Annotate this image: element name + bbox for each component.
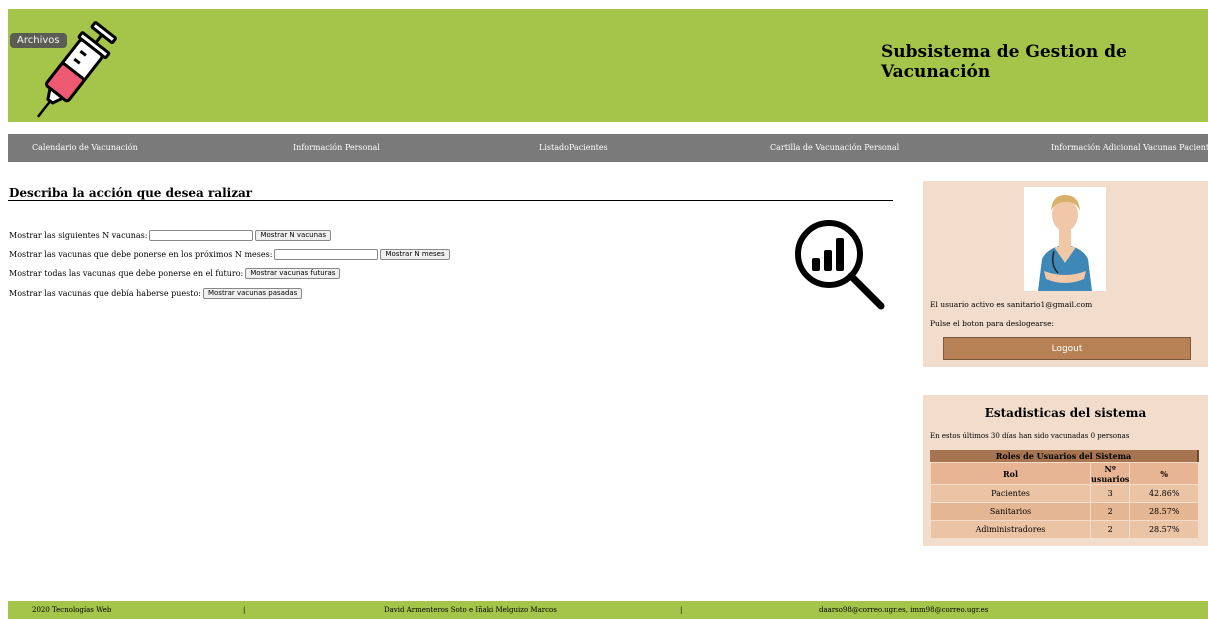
archivos-tab[interactable]: Archivos (10, 33, 67, 48)
table-cell: 28.57% (1129, 520, 1199, 539)
main-nav: Calendario de Vacunación Información Per… (8, 134, 1208, 162)
footer-authors: David Armenteros Soto e Iñaki Melguizo M… (384, 606, 557, 614)
footer-year: 2020 Tecnologías Web (32, 606, 112, 614)
nav-item-info-adicional[interactable]: Información Adicional Vacunas Paciente (1051, 143, 1208, 152)
nav-item-info-personal[interactable]: Información Personal (293, 143, 380, 152)
table-row: Pacientes 3 42.86% (930, 484, 1199, 503)
header-rol: Rol (930, 462, 1091, 485)
stats-panel: Estadisticas del sistema En estos último… (923, 395, 1208, 546)
logout-prompt: Pulse el boton para deslogearse: (930, 319, 1055, 328)
user-avatar (1024, 187, 1106, 291)
row-n-meses: Mostrar las vacunas que debe ponerse en … (9, 249, 450, 260)
analytics-magnifier-icon (795, 220, 885, 310)
table-row: Sanitarios 2 28.57% (930, 502, 1199, 521)
n-vacunas-input[interactable] (149, 230, 254, 241)
roles-table: Roles de Usuarios del Sistema Rol Nº usu… (930, 450, 1199, 539)
stats-title: Estadisticas del sistema (984, 406, 1147, 420)
nav-item-listado-pacientes[interactable]: ListadoPacientes (539, 143, 608, 152)
table-cell: 28.57% (1129, 502, 1199, 521)
mostrar-vacunas-pasadas-button[interactable]: Mostrar vacunas pasadas (202, 288, 303, 299)
table-cell: 3 (1089, 484, 1131, 503)
site-header: Archivos Subsistema de Gestion de Vacuna… (8, 9, 1208, 122)
table-cell: 2 (1089, 520, 1131, 539)
active-user-text: El usuario activo es sanitario1@gmail.co… (930, 300, 1093, 309)
logout-button[interactable]: Logout (943, 337, 1191, 360)
vaccinated-count-text: En estos últimos 30 días han sido vacuna… (930, 432, 1130, 440)
mostrar-n-vacunas-button[interactable]: Mostrar N vacunas (255, 230, 331, 241)
row-vacunas-futuras: Mostrar todas las vacunas que debe poner… (9, 268, 341, 279)
footer-separator: | (243, 606, 246, 614)
row-label: Mostrar las siguientes N vacunas: (9, 231, 148, 240)
row-label: Mostrar las vacunas que debía haberse pu… (9, 289, 201, 298)
roles-table-caption: Roles de Usuarios del Sistema (930, 450, 1199, 462)
header-n-usuarios: Nº usuarios (1089, 462, 1131, 485)
site-title: Subsistema de Gestion de Vacunación (881, 42, 1127, 82)
nav-item-cartilla[interactable]: Cartilla de Vacunación Personal (770, 143, 899, 152)
table-header-row: Rol Nº usuarios % (930, 462, 1199, 485)
mostrar-vacunas-futuras-button[interactable]: Mostrar vacunas futuras (245, 268, 341, 279)
footer-separator: | (680, 606, 683, 614)
main-title: Describa la acción que desea ralizar (9, 186, 253, 200)
footer-emails: daarso98@correo.ugr.es, imm98@correo.ugr… (819, 606, 989, 614)
row-vacunas-pasadas: Mostrar las vacunas que debía haberse pu… (9, 288, 303, 299)
user-panel: El usuario activo es sanitario1@gmail.co… (923, 181, 1208, 367)
table-cell: 2 (1089, 502, 1131, 521)
nav-item-calendario[interactable]: Calendario de Vacunación (32, 143, 138, 152)
n-meses-input[interactable] (274, 249, 379, 260)
row-n-vacunas: Mostrar las siguientes N vacunas: Mostra… (9, 230, 331, 241)
row-label: Mostrar las vacunas que debe ponerse en … (9, 250, 273, 259)
row-label: Mostrar todas las vacunas que debe poner… (9, 269, 244, 278)
table-cell: Adiministradores (930, 520, 1091, 539)
title-divider (8, 200, 893, 201)
table-row: Adiministradores 2 28.57% (930, 520, 1199, 539)
mostrar-n-meses-button[interactable]: Mostrar N meses (380, 249, 450, 260)
table-cell: Pacientes (930, 484, 1091, 503)
table-cell: Sanitarios (930, 502, 1091, 521)
table-cell: 42.86% (1129, 484, 1199, 503)
header-percent: % (1129, 462, 1199, 485)
site-footer: 2020 Tecnologías Web | David Armenteros … (8, 601, 1208, 619)
nurse-photo-icon (1024, 187, 1106, 291)
